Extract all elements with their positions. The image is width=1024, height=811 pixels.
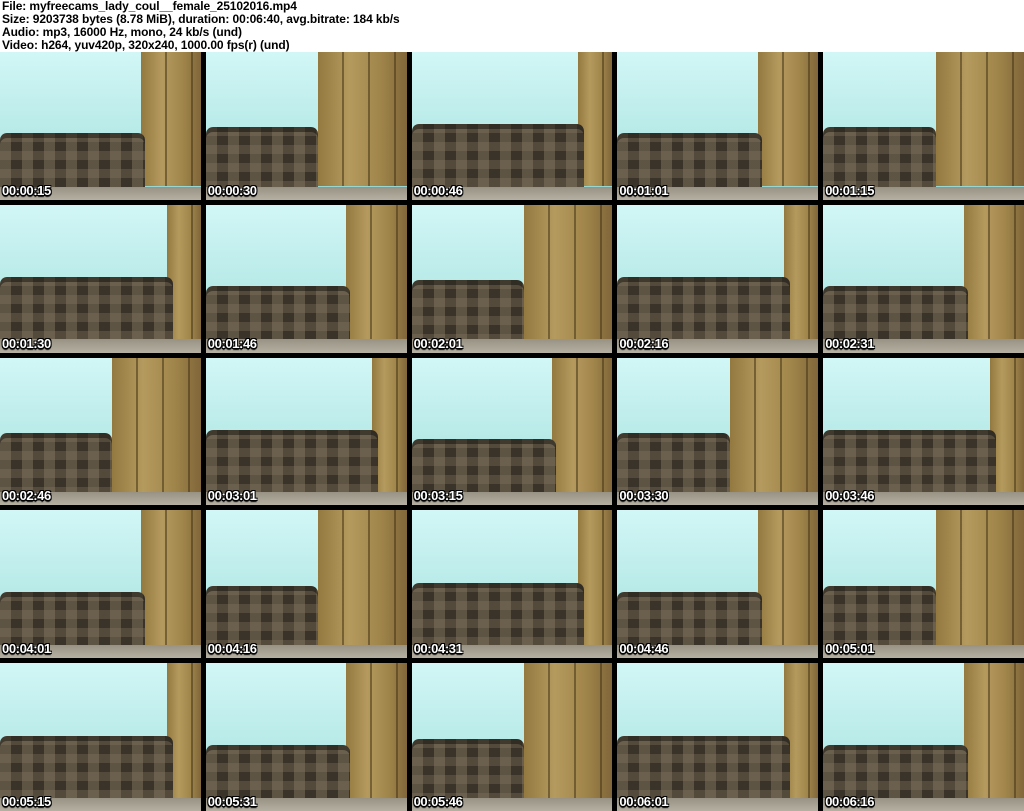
timestamp-overlay: 00:03:01: [207, 488, 257, 504]
video-thumbnail: 00:01:30: [0, 204, 201, 353]
wardrobe-placeholder: [346, 663, 407, 798]
video-thumbnail: 00:02:31: [823, 204, 1024, 353]
couch-placeholder: [205, 286, 351, 340]
timestamp-overlay: 00:05:31: [207, 794, 257, 809]
wardrobe-placeholder: [140, 510, 201, 645]
timestamp-overlay: 00:02:01: [413, 335, 463, 351]
couch-placeholder: [617, 735, 791, 801]
couch-placeholder: [411, 280, 525, 340]
video-thumbnail: 00:04:01: [0, 510, 201, 659]
timestamp-overlay: 00:03:15: [413, 488, 463, 504]
couch-placeholder: [205, 744, 351, 798]
timestamp-overlay: 00:02:31: [825, 335, 875, 351]
wardrobe-placeholder: [318, 52, 407, 187]
timestamp-overlay: 00:04:01: [2, 641, 51, 657]
timestamp-overlay: 00:04:16: [207, 641, 257, 657]
timestamp-overlay: 00:02:16: [619, 335, 669, 351]
timestamp-overlay: 00:04:46: [619, 641, 669, 657]
media-info-header: File: myfreecams_lady_coul__female_25102…: [0, 0, 1024, 52]
video-thumbnail: 00:01:15: [823, 52, 1024, 200]
video-thumbnail: 00:06:01: [617, 663, 819, 811]
couch-placeholder: [0, 133, 145, 187]
wardrobe-placeholder: [112, 357, 201, 493]
timestamp-overlay: 00:00:46: [413, 182, 463, 198]
video-thumbnail: 00:05:46: [411, 663, 613, 811]
timestamp-overlay: 00:01:15: [825, 182, 875, 198]
couch-placeholder: [617, 591, 762, 645]
couch-placeholder: [617, 133, 762, 187]
wardrobe-placeholder: [552, 357, 613, 493]
video-thumbnail: 00:04:31: [411, 510, 613, 659]
video-thumbnail: 00:02:16: [617, 204, 819, 353]
wardrobe-placeholder: [346, 204, 407, 340]
timestamp-overlay: 00:03:30: [619, 488, 669, 504]
wardrobe-placeholder: [318, 510, 407, 645]
couch-placeholder: [205, 430, 379, 496]
timestamp-overlay: 00:05:15: [2, 794, 51, 809]
wardrobe-placeholder: [524, 663, 613, 798]
timestamp-overlay: 00:03:46: [825, 488, 875, 504]
couch-placeholder: [823, 585, 936, 645]
video-thumbnail: 00:03:15: [411, 357, 613, 506]
couch-placeholder: [617, 277, 791, 343]
couch-placeholder: [0, 277, 173, 343]
timestamp-overlay: 00:01:01: [619, 182, 669, 198]
couch-placeholder: [411, 438, 557, 493]
video-thumbnail: 00:00:15: [0, 52, 201, 200]
couch-placeholder: [617, 432, 730, 493]
video-thumbnail: 00:03:01: [205, 357, 407, 506]
couch-placeholder: [411, 124, 585, 190]
timestamp-overlay: 00:01:46: [207, 335, 257, 351]
couch-placeholder: [411, 582, 585, 648]
video-thumbnail: 00:04:46: [617, 510, 819, 659]
couch-placeholder: [205, 127, 319, 187]
video-thumbnail: 00:00:46: [411, 52, 613, 200]
video-thumbnail: 00:03:30: [617, 357, 819, 506]
video-thumbnail: 00:01:46: [205, 204, 407, 353]
couch-placeholder: [411, 738, 525, 798]
wardrobe-placeholder: [935, 510, 1024, 645]
video-thumbnail: 00:05:31: [205, 663, 407, 811]
wardrobe-placeholder: [524, 204, 613, 340]
timestamp-overlay: 00:04:31: [413, 641, 463, 657]
video-thumbnail: 00:02:01: [411, 204, 613, 353]
thumbnail-grid: 00:00:15 00:00:30 00:00:46 00:01:01 00:01:15…: [0, 52, 1024, 811]
couch-placeholder: [823, 744, 968, 798]
wardrobe-placeholder: [140, 52, 201, 187]
video-thumbnail: 00:01:01: [617, 52, 819, 200]
video-thumbnail: 00:04:16: [205, 510, 407, 659]
wardrobe-placeholder: [963, 204, 1024, 340]
timestamp-overlay: 00:05:01: [825, 641, 875, 657]
couch-placeholder: [823, 127, 936, 187]
wardrobe-placeholder: [729, 357, 819, 493]
couch-placeholder: [0, 591, 145, 645]
timestamp-overlay: 00:06:01: [619, 794, 669, 809]
timestamp-overlay: 00:02:46: [2, 488, 51, 504]
video-thumbnail: 00:02:46: [0, 357, 201, 506]
video-info-line: Video: h264, yuv420p, 320x240, 1000.00 f…: [2, 38, 290, 52]
couch-placeholder: [823, 430, 996, 496]
couch-placeholder: [0, 432, 113, 493]
timestamp-overlay: 00:00:30: [207, 182, 257, 198]
timestamp-overlay: 00:00:15: [2, 182, 51, 198]
couch-placeholder: [0, 735, 173, 801]
couch-placeholder: [823, 286, 968, 340]
video-thumbnail: 00:05:01: [823, 510, 1024, 659]
video-thumbnail: 00:05:15: [0, 663, 201, 811]
wardrobe-placeholder: [963, 663, 1024, 798]
video-thumbnail: 00:00:30: [205, 52, 407, 200]
wardrobe-placeholder: [935, 52, 1024, 187]
wardrobe-placeholder: [757, 52, 819, 187]
timestamp-overlay: 00:01:30: [2, 335, 51, 351]
couch-placeholder: [205, 585, 319, 645]
wardrobe-placeholder: [757, 510, 819, 645]
video-thumbnail: 00:06:16: [823, 663, 1024, 811]
timestamp-overlay: 00:06:16: [825, 794, 875, 809]
video-thumbnail: 00:03:46: [823, 357, 1024, 506]
timestamp-overlay: 00:05:46: [413, 794, 463, 809]
